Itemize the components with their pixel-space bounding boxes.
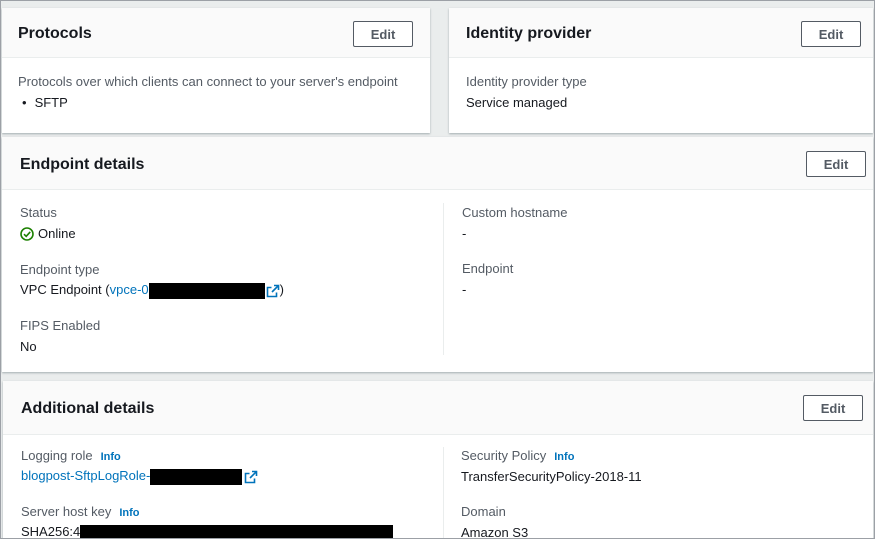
redacted-block xyxy=(80,524,394,539)
endpoint-details-panel: Endpoint details Edit Status Online Endp… xyxy=(2,137,873,372)
bullet-icon: • xyxy=(22,95,27,110)
protocol-item-label: SFTP xyxy=(34,95,68,110)
server-host-key-value: SHA256:4 xyxy=(21,524,394,539)
redacted-block xyxy=(150,468,243,485)
security-policy-info-link[interactable]: Info xyxy=(554,451,574,463)
endpoint-details-title: Endpoint details xyxy=(20,156,145,173)
server-host-key-label: Server host key Info xyxy=(21,504,140,519)
protocols-header: Protocols Edit xyxy=(2,8,430,58)
endpoint-type-text: VPC Endpoint ( xyxy=(20,282,110,297)
vpc-endpoint-link[interactable]: vpce-0 xyxy=(110,282,149,297)
identity-provider-type-label: Identity provider type xyxy=(466,74,587,89)
endpoint-details-edit-button[interactable]: Edit xyxy=(806,151,866,177)
status-value: Online xyxy=(20,226,76,241)
endpoint-type-close: ) xyxy=(279,282,284,297)
additional-details-title: Additional details xyxy=(21,400,155,417)
endpoint-type-value: VPC Endpoint (vpce-0 ) xyxy=(20,282,284,299)
identity-provider-panel: Identity provider Edit Identity provider… xyxy=(449,8,873,133)
external-link-icon[interactable] xyxy=(266,284,280,298)
domain-value: Amazon S3 xyxy=(461,525,529,539)
external-link-icon[interactable] xyxy=(244,470,258,484)
identity-provider-type-value: Service managed xyxy=(466,95,568,110)
protocols-panel: Protocols Edit Protocols over which clie… xyxy=(2,8,430,133)
check-circle-icon xyxy=(20,226,34,241)
identity-provider-header: Identity provider Edit xyxy=(449,8,873,58)
custom-hostname-value: - xyxy=(462,226,467,241)
protocols-description: Protocols over which clients can connect… xyxy=(18,74,398,89)
identity-provider-edit-button[interactable]: Edit xyxy=(801,21,861,47)
status-text: Online xyxy=(38,226,76,241)
additional-details-edit-button[interactable]: Edit xyxy=(803,395,863,421)
identity-provider-title: Identity provider xyxy=(466,25,592,42)
server-host-key-label-text: Server host key xyxy=(21,504,112,519)
security-policy-value: TransferSecurityPolicy-2018-11 xyxy=(461,469,642,484)
column-divider xyxy=(443,203,444,355)
endpoint-details-header: Endpoint details Edit xyxy=(2,137,873,190)
custom-hostname-label: Custom hostname xyxy=(462,205,568,220)
fips-label: FIPS Enabled xyxy=(20,318,101,333)
endpoint-label: Endpoint xyxy=(462,261,514,276)
logging-role-info-link[interactable]: Info xyxy=(101,451,121,463)
server-host-key-info-link[interactable]: Info xyxy=(119,507,139,519)
domain-label: Domain xyxy=(461,504,506,519)
security-policy-label-text: Security Policy xyxy=(461,448,547,463)
additional-details-header: Additional details Edit xyxy=(3,381,873,435)
column-divider xyxy=(443,447,444,539)
endpoint-value: - xyxy=(462,282,467,297)
server-host-key-text: SHA256:4 xyxy=(21,524,81,539)
additional-details-panel: Additional details Edit Logging role Info… xyxy=(3,381,873,539)
logging-role-label-text: Logging role xyxy=(21,448,93,463)
protocols-title: Protocols xyxy=(18,25,92,42)
protocols-edit-button[interactable]: Edit xyxy=(353,21,413,47)
fips-value: No xyxy=(20,339,37,354)
security-policy-label: Security Policy Info xyxy=(461,448,574,463)
status-label: Status xyxy=(20,205,57,220)
logging-role-label: Logging role Info xyxy=(21,448,121,463)
redacted-block xyxy=(148,282,265,299)
logging-role-value: blogpost-SftpLogRole- xyxy=(21,468,258,485)
endpoint-type-label: Endpoint type xyxy=(20,262,100,277)
logging-role-link[interactable]: blogpost-SftpLogRole- xyxy=(21,468,150,483)
protocol-list-item: • SFTP xyxy=(22,95,68,110)
